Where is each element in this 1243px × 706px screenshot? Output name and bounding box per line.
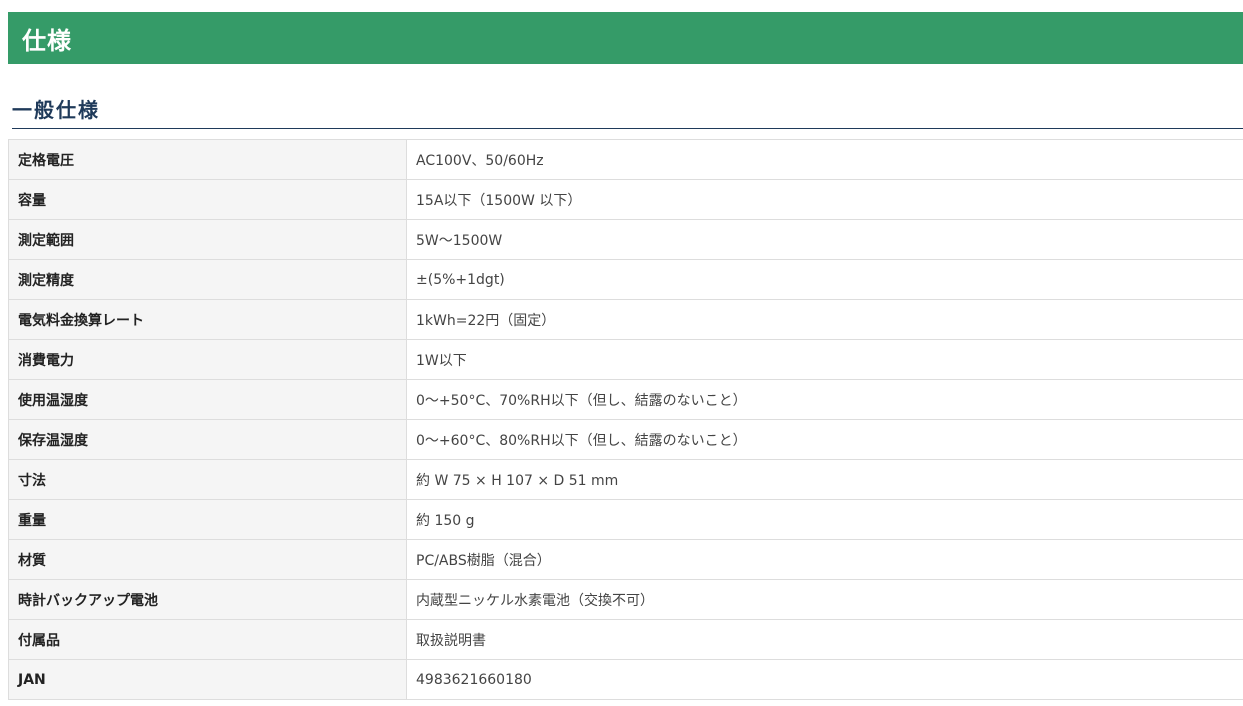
table-row: 容量 15A以下（1500W 以下） [8,179,1243,220]
spec-table: 定格電圧 AC100V、50/60Hz 容量 15A以下（1500W 以下） 測… [8,139,1243,700]
spec-label: 材質 [8,539,407,580]
spec-value: 取扱説明書 [406,619,1243,660]
sub-heading: 一般仕様 [12,95,1243,129]
table-row: 消費電力 1W以下 [8,339,1243,380]
spec-label: 容量 [8,179,407,220]
spec-label: 保存温湿度 [8,419,407,460]
spec-value: AC100V、50/60Hz [406,139,1243,180]
spec-label: 時計バックアップ電池 [8,579,407,620]
spec-value: 15A以下（1500W 以下） [406,179,1243,220]
spec-value: 1kWh=22円（固定） [406,299,1243,340]
spec-label: 測定精度 [8,259,407,300]
spec-label: 測定範囲 [8,219,407,260]
section-header: 仕様 [8,12,1243,64]
table-row: 付属品 取扱説明書 [8,619,1243,660]
page-title: 仕様 [22,26,72,55]
spec-value: 内蔵型ニッケル水素電池（交換不可） [406,579,1243,620]
spec-value: ±(5%+1dgt) [406,259,1243,300]
spec-label: 定格電圧 [8,139,407,180]
table-row: 定格電圧 AC100V、50/60Hz [8,139,1243,180]
spec-label: 使用温湿度 [8,379,407,420]
table-row: 寸法 約 W 75 × H 107 × D 51 mm [8,459,1243,500]
table-row: 材質 PC/ABS樹脂（混合） [8,539,1243,580]
table-row: 測定精度 ±(5%+1dgt) [8,259,1243,300]
spec-value: 5W～1500W [406,219,1243,260]
section-title: 一般仕様 [12,98,100,122]
spec-label: 寸法 [8,459,407,500]
spec-value: 1W以下 [406,339,1243,380]
table-row: 測定範囲 5W～1500W [8,219,1243,260]
spec-value: 約 W 75 × H 107 × D 51 mm [406,459,1243,500]
spec-value: 0～+60°C、80%RH以下（但し、結露のないこと） [406,419,1243,460]
spec-value: 4983621660180 [406,659,1243,700]
spec-label: 重量 [8,499,407,540]
spec-label: 付属品 [8,619,407,660]
spec-value: 約 150 g [406,499,1243,540]
table-row: 重量 約 150 g [8,499,1243,540]
spec-value: PC/ABS樹脂（混合） [406,539,1243,580]
spec-label: 消費電力 [8,339,407,380]
table-row: JAN 4983621660180 [8,659,1243,700]
spec-label: 電気料金換算レート [8,299,407,340]
table-row: 時計バックアップ電池 内蔵型ニッケル水素電池（交換不可） [8,579,1243,620]
table-row: 電気料金換算レート 1kWh=22円（固定） [8,299,1243,340]
spec-label: JAN [8,659,407,700]
spec-value: 0～+50°C、70%RH以下（但し、結露のないこと） [406,379,1243,420]
table-row: 使用温湿度 0～+50°C、70%RH以下（但し、結露のないこと） [8,379,1243,420]
table-row: 保存温湿度 0～+60°C、80%RH以下（但し、結露のないこと） [8,419,1243,460]
